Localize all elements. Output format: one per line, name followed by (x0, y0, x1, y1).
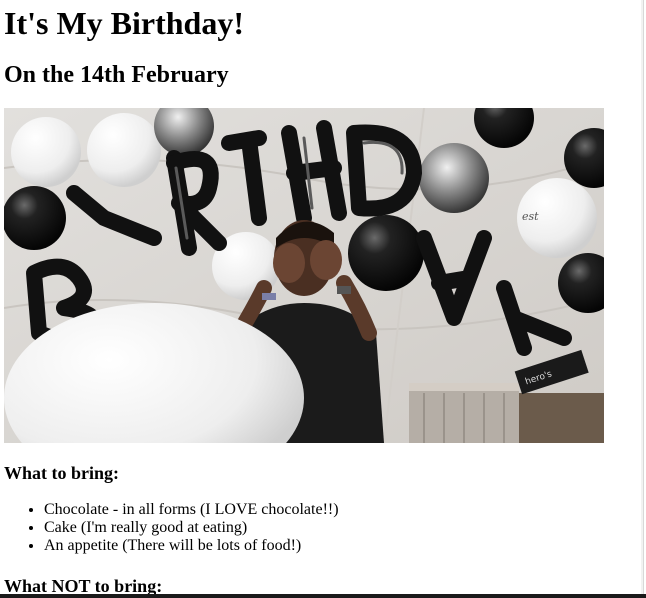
page-subtitle: On the 14th February (4, 62, 229, 88)
window-bottom-border (0, 594, 646, 598)
bring-list: Chocolate - in all forms (I LOVE chocola… (0, 501, 339, 555)
not-bring-heading: What NOT to bring: (4, 576, 163, 594)
list-item: Cake (I'm really good at eating) (44, 519, 339, 537)
birthday-balloons-photo-icon: est hero's (4, 108, 604, 443)
list-item: An appetite (There will be lots of food!… (44, 537, 339, 555)
page-title: It's My Birthday! (4, 5, 244, 41)
page-content: It's My Birthday! On the 14th February e… (0, 0, 644, 594)
bring-heading: What to bring: (4, 463, 120, 483)
svg-text:est: est (522, 210, 539, 223)
birthday-photo: est hero's (4, 108, 604, 443)
scroll-edge (641, 0, 643, 594)
list-item: Chocolate - in all forms (I LOVE chocola… (44, 501, 339, 519)
